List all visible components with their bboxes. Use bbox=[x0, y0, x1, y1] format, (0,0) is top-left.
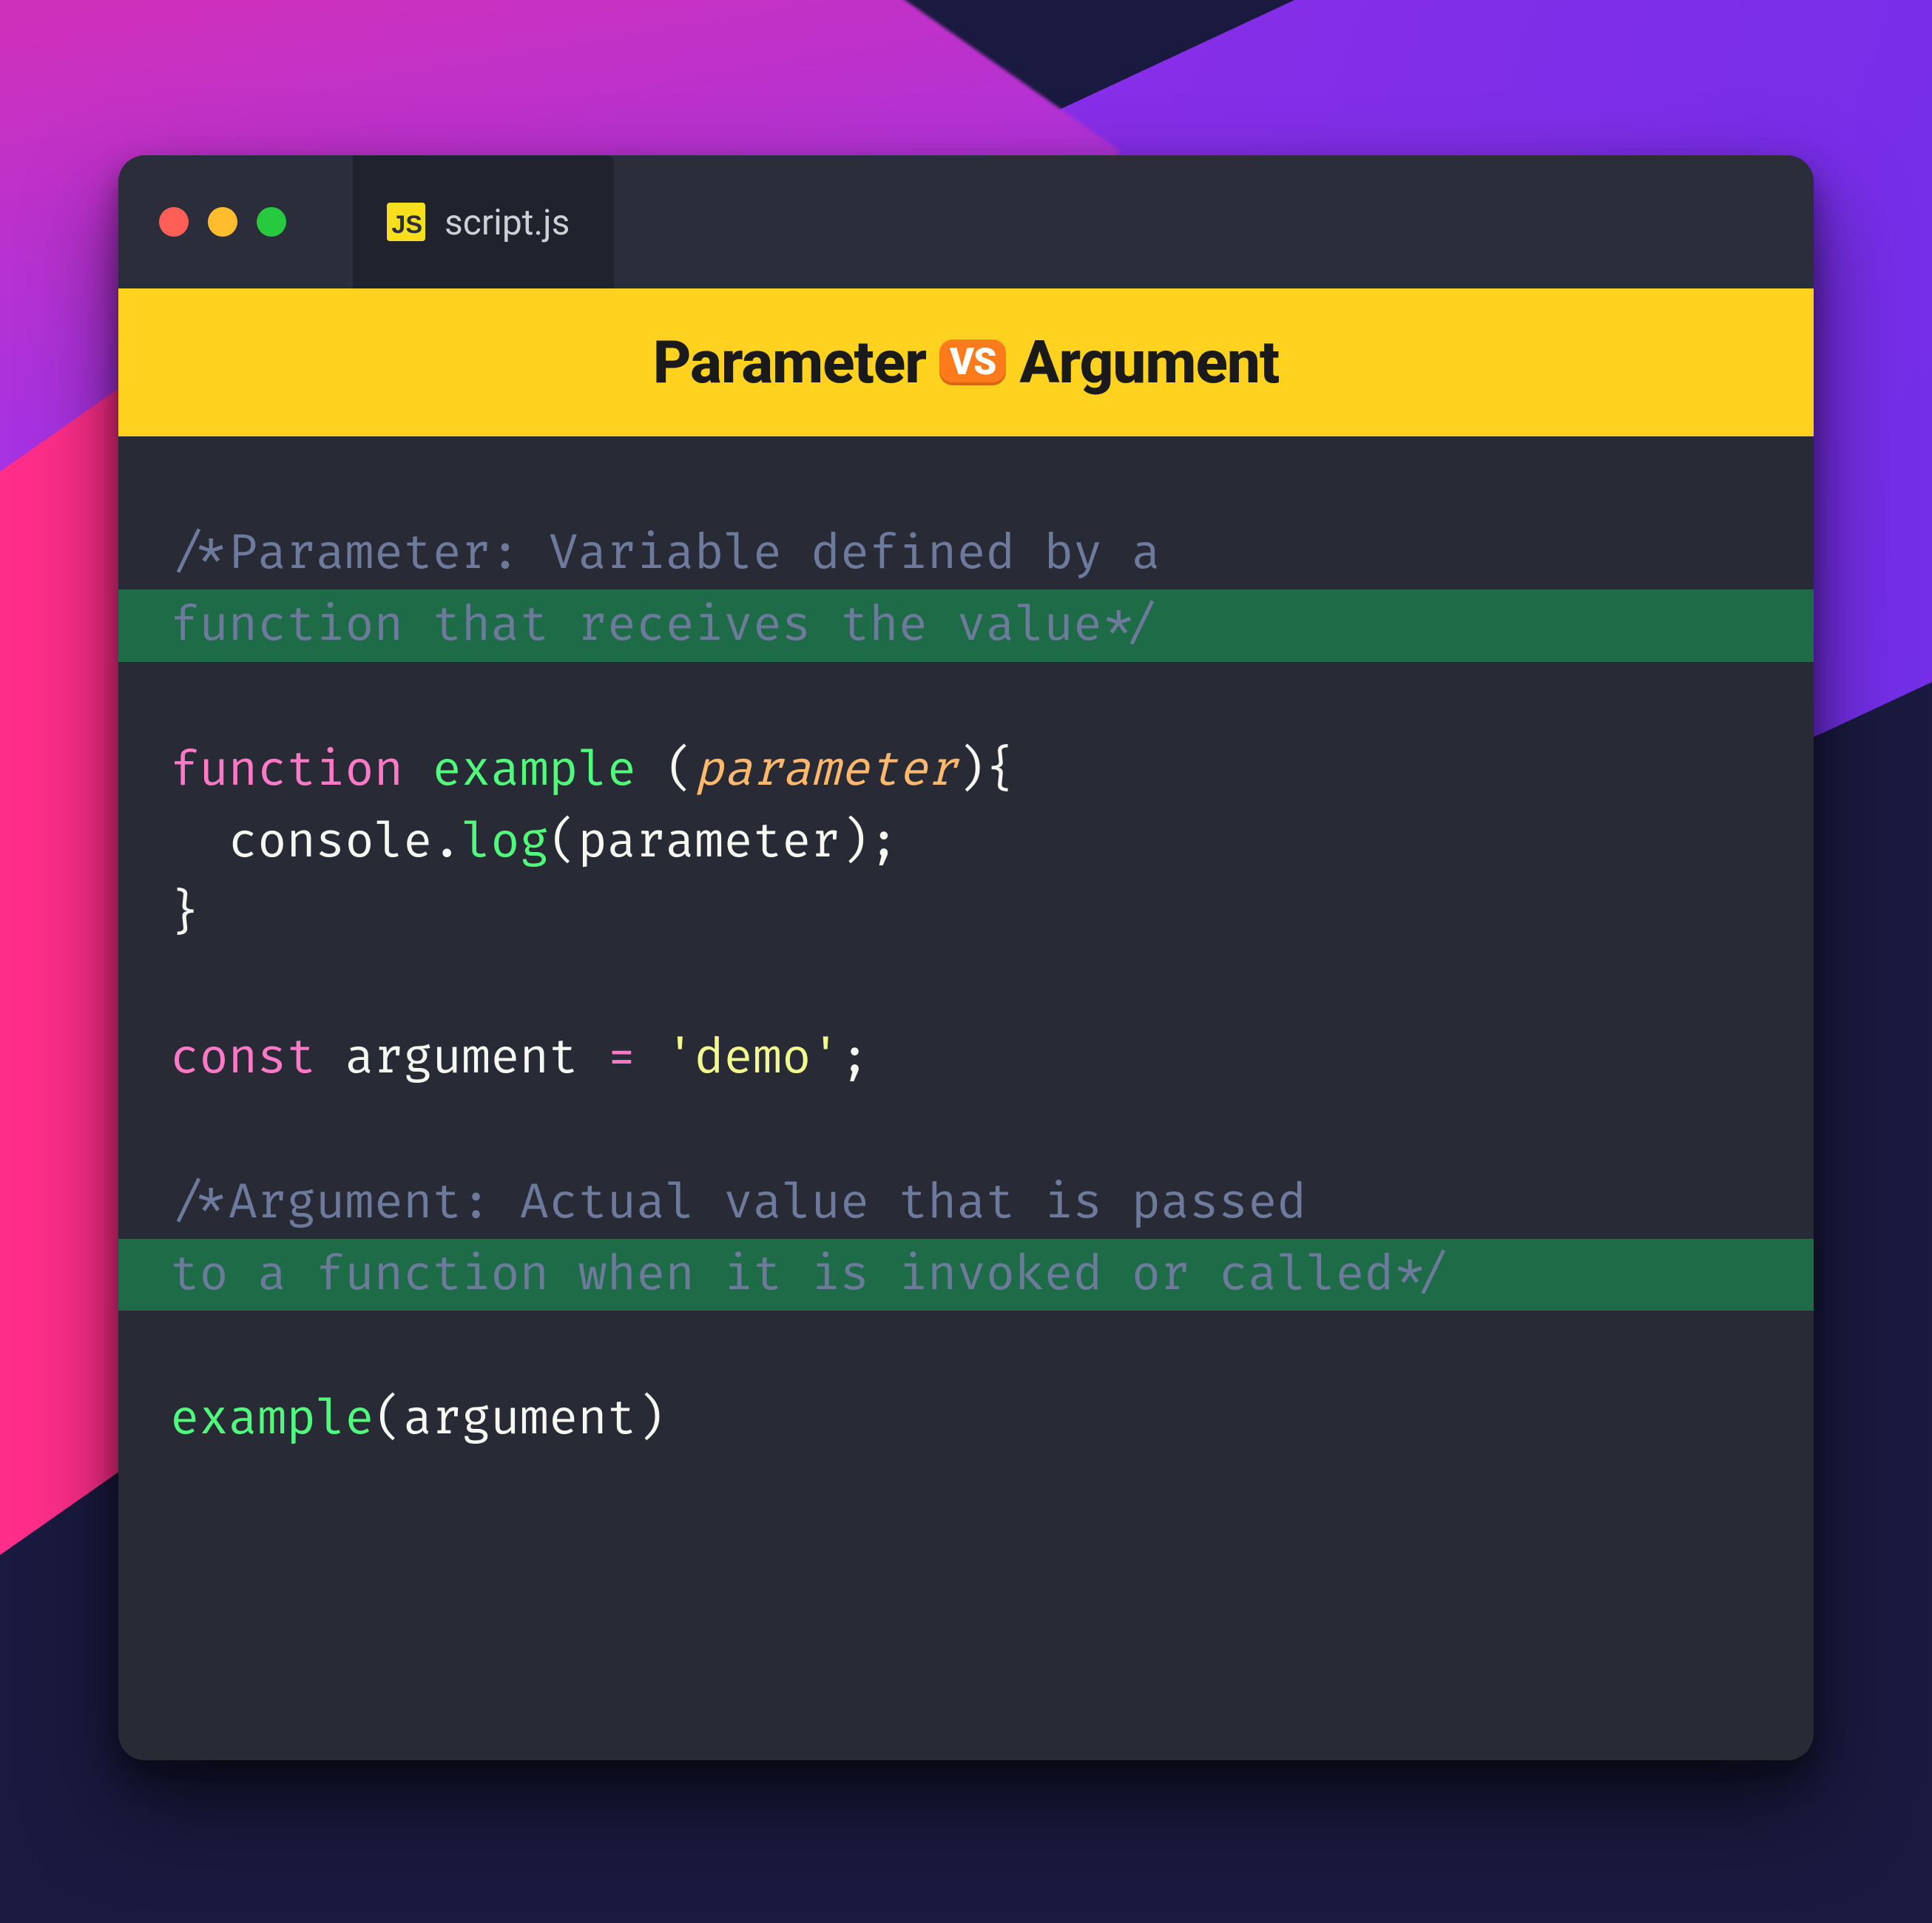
dot: . bbox=[432, 813, 461, 871]
titlebar: JS script.js bbox=[118, 155, 1814, 288]
paren: ( bbox=[549, 813, 578, 871]
identifier: console bbox=[229, 813, 433, 871]
code-editor[interactable]: /*Parameter: Variable defined by a funct… bbox=[118, 436, 1814, 1760]
semicolon: ; bbox=[869, 813, 898, 871]
function-call: example bbox=[170, 1390, 374, 1448]
function-name: example bbox=[432, 741, 636, 800]
file-tab[interactable]: JS script.js bbox=[353, 155, 614, 288]
comment-text: function that receives the value*/ bbox=[170, 596, 1161, 655]
editor-window: JS script.js Parameter VS Argument /*Par… bbox=[118, 155, 1814, 1760]
semicolon: ; bbox=[840, 1029, 869, 1087]
comment-text: /*Argument: Actual value that is passed bbox=[170, 1174, 1306, 1232]
identifier: argument bbox=[403, 1390, 636, 1448]
space bbox=[578, 1029, 607, 1087]
paren: ) bbox=[840, 813, 869, 871]
comment-text: to a function when it is invoked or call… bbox=[170, 1246, 1452, 1304]
maximize-icon[interactable] bbox=[257, 207, 286, 237]
code-line: function example (parameter){ bbox=[118, 734, 1814, 806]
identifier: argument bbox=[345, 1029, 578, 1087]
code-line: /*Parameter: Variable defined by a bbox=[118, 518, 1814, 589]
file-tab-label: script.js bbox=[445, 201, 570, 243]
identifier: parameter bbox=[578, 813, 840, 871]
comment-text: /*Parameter: Variable defined by a bbox=[170, 524, 1161, 583]
blank-line bbox=[118, 1311, 1814, 1383]
paren: ( bbox=[374, 1390, 403, 1448]
minimize-icon[interactable] bbox=[208, 207, 237, 237]
brace: } bbox=[170, 885, 199, 943]
string-literal: 'demo' bbox=[666, 1029, 840, 1087]
window-controls bbox=[159, 207, 286, 237]
banner-left: Parameter bbox=[653, 328, 926, 397]
code-line-highlighted: function that receives the value*/ bbox=[118, 589, 1814, 661]
method-name: log bbox=[462, 813, 549, 871]
code-line: } bbox=[118, 878, 1814, 950]
close-icon[interactable] bbox=[159, 207, 189, 237]
code-line-highlighted: to a function when it is invoked or call… bbox=[118, 1239, 1814, 1311]
parameter-name: parameter bbox=[695, 741, 956, 800]
blank-line bbox=[118, 662, 1814, 734]
vs-badge-icon: VS bbox=[939, 339, 1006, 385]
space bbox=[403, 741, 432, 800]
paren: ) bbox=[636, 1390, 665, 1448]
code-line: const argument = 'demo'; bbox=[118, 1022, 1814, 1094]
paren: ( bbox=[666, 741, 695, 800]
space bbox=[636, 1029, 665, 1087]
code-line: example(argument) bbox=[118, 1383, 1814, 1455]
space bbox=[316, 1029, 345, 1087]
paren: ) bbox=[956, 741, 985, 800]
title-banner: Parameter VS Argument bbox=[118, 288, 1814, 436]
banner-right: Argument bbox=[1019, 328, 1279, 397]
indent bbox=[170, 813, 229, 871]
blank-line bbox=[118, 950, 1814, 1022]
operator: = bbox=[607, 1029, 636, 1087]
keyword: const bbox=[170, 1029, 316, 1087]
code-line: /*Argument: Actual value that is passed bbox=[118, 1167, 1814, 1239]
space bbox=[636, 741, 665, 800]
js-file-icon: JS bbox=[387, 203, 425, 241]
brace: { bbox=[986, 741, 1015, 800]
blank-line bbox=[118, 1095, 1814, 1167]
keyword: function bbox=[170, 741, 403, 800]
code-line: console.log(parameter); bbox=[118, 806, 1814, 878]
